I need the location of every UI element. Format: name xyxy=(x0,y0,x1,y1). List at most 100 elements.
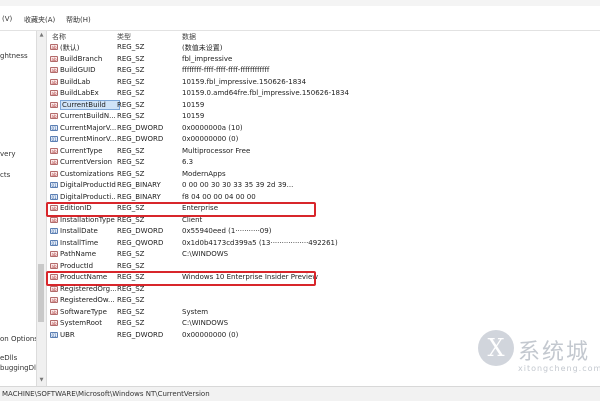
column-header-data[interactable]: 数据 xyxy=(182,32,196,42)
scrollbar-thumb[interactable] xyxy=(38,264,44,322)
string-value-icon: ab xyxy=(50,216,58,223)
column-header-type[interactable]: 类型 xyxy=(117,32,131,42)
table-row[interactable]: 01 DigitalProducti... REG_BINARY f8 04 00 0… xyxy=(46,192,600,203)
value-name: InstallationType xyxy=(60,215,115,224)
tree-item[interactable]: eDlls xyxy=(0,354,17,362)
table-row[interactable]: ab InstallationType REG_SZ Client xyxy=(46,215,600,226)
value-name: CurrentMinorV... xyxy=(60,135,116,143)
value-name: CurrentMajorV... xyxy=(60,123,116,132)
value-data: 0x00000000 (0) xyxy=(182,135,239,143)
string-value-icon: ab xyxy=(50,113,58,119)
table-row[interactable]: ab BuildLab REG_SZ 10159.fbl_impressive.150… xyxy=(46,77,600,88)
value-name: DigitalProducti... xyxy=(60,192,116,201)
string-value-icon: ab xyxy=(50,170,58,177)
binary-value-icon: 01 xyxy=(50,124,58,131)
value-data: (数值未设置) xyxy=(182,44,223,52)
tree-item[interactable]: on Options xyxy=(0,335,36,343)
tree-item[interactable]: very xyxy=(0,150,15,158)
value-data: Client xyxy=(182,215,203,224)
value-type: REG_SZ xyxy=(117,112,145,120)
table-row[interactable]: ab ProductName REG_SZ Windows 10 Enterprise… xyxy=(46,271,600,286)
binary-value-icon: 01 xyxy=(50,193,58,200)
table-row[interactable]: ab (默认) REG_SZ (数值未设置) xyxy=(46,42,600,53)
table-row[interactable]: ab EditionID REG_SZ Enterprise xyxy=(46,202,600,217)
scroll-down-icon[interactable]: ▼ xyxy=(38,377,45,383)
string-value-icon: ab xyxy=(50,320,58,326)
tree-item[interactable]: ghtness xyxy=(0,52,28,60)
table-row[interactable]: ab ProductId REG_SZ xyxy=(46,261,600,272)
table-row[interactable]: ab CurrentBuild REG_SZ 10159 xyxy=(46,99,600,111)
table-row[interactable]: ab CurrentBuildN... REG_SZ 10159 xyxy=(46,111,600,122)
value-type: REG_SZ xyxy=(117,77,145,86)
value-data: ModernApps xyxy=(182,169,226,178)
registry-path: MACHINE\SOFTWARE\Microsoft\Windows NT\Cu… xyxy=(2,390,210,398)
table-row[interactable]: ab PathName REG_SZ C:\WINDOWS xyxy=(46,249,600,260)
value-name: ProductId xyxy=(60,261,94,270)
table-row[interactable]: ab RegisteredOw... REG_SZ xyxy=(46,295,600,306)
value-name: SoftwareType xyxy=(60,307,107,316)
value-data: Multiprocessor Free xyxy=(182,146,251,155)
menu-help[interactable]: 帮助(H) xyxy=(66,15,91,25)
menu-favorites[interactable]: 收藏夹(A) xyxy=(24,15,55,25)
value-type: REG_SZ xyxy=(117,89,145,97)
table-row[interactable]: ab RegisteredOrg... REG_SZ xyxy=(46,284,600,295)
value-type: REG_QWORD xyxy=(117,238,164,247)
value-data: C:\WINDOWS xyxy=(182,319,229,327)
tree-item[interactable]: cts xyxy=(0,171,10,179)
value-type: REG_SZ xyxy=(117,307,145,316)
table-row[interactable]: 01 CurrentMinorV... REG_DWORD 0x00000000 (0… xyxy=(46,134,600,145)
table-row[interactable]: ab CurrentVersion REG_SZ 6.3 xyxy=(46,157,600,168)
table-row[interactable]: ab Customizations REG_SZ ModernApps xyxy=(46,169,600,180)
value-name: UBR xyxy=(60,330,75,339)
string-value-icon: ab xyxy=(50,78,58,85)
tree-item[interactable]: buggingDll xyxy=(0,364,36,372)
string-value-icon: ab xyxy=(50,67,58,73)
menu-bar: (V) 收藏夹(A) 帮助(H) xyxy=(0,0,600,31)
value-name: (默认) xyxy=(60,44,80,52)
string-value-icon: ab xyxy=(50,101,58,108)
table-row[interactable]: 01 DigitalProductId REG_BINARY 0 00 00 30 … xyxy=(46,180,600,191)
registry-tree-pane: ghtness very cts on Options eDlls buggin… xyxy=(0,31,36,386)
value-data: 0 00 00 30 30 33 35 39 2d 39... xyxy=(182,181,294,189)
binary-value-icon: 01 xyxy=(50,331,58,338)
table-row[interactable]: ab SystemRoot REG_SZ C:\WINDOWS xyxy=(46,318,600,329)
status-bar: MACHINE\SOFTWARE\Microsoft\Windows NT\Cu… xyxy=(0,386,600,401)
table-row[interactable]: ab BuildLabEx REG_SZ 10159.0.amd64fre.fbl_i… xyxy=(46,88,600,99)
list-header: 名称 类型 数据 xyxy=(46,31,600,41)
table-row[interactable]: 01 InstallTime REG_QWORD 0x1d0b4173cd399a5 … xyxy=(46,238,600,249)
table-row[interactable]: 01 CurrentMajorV... REG_DWORD 0x0000000a (1… xyxy=(46,123,600,134)
value-data: C:\WINDOWS xyxy=(182,250,229,258)
value-data: 0x55940eed (1···········09) xyxy=(182,227,272,235)
value-type: REG_SZ xyxy=(117,273,145,281)
value-type: REG_SZ xyxy=(117,204,145,212)
table-row[interactable]: ab CurrentType REG_SZ Multiprocessor Free xyxy=(46,146,600,157)
value-data: 10159.0.amd64fre.fbl_impressive.150626-1… xyxy=(182,89,349,97)
value-name: RegisteredOw... xyxy=(60,296,115,304)
table-row[interactable]: ab SoftwareType REG_SZ System xyxy=(46,307,600,318)
value-name: Customizations xyxy=(60,169,114,178)
value-name: DigitalProductId xyxy=(60,181,116,189)
string-value-icon: ab xyxy=(50,297,58,303)
value-data: 10159 xyxy=(182,112,205,120)
column-header-name[interactable]: 名称 xyxy=(52,32,66,42)
value-name: EditionID xyxy=(60,204,92,212)
menu-view[interactable]: (V) xyxy=(2,15,12,23)
binary-value-icon: 01 xyxy=(50,182,58,188)
string-value-icon: ab xyxy=(50,55,58,62)
window-top-edge xyxy=(0,0,600,6)
watermark-logo: X 系统城 xitongcheng.com xyxy=(478,330,600,386)
value-name: InstallTime xyxy=(60,238,99,247)
table-row[interactable]: 01 InstallDate REG_DWORD 0x55940eed (1·····… xyxy=(46,226,600,237)
value-type: REG_SZ xyxy=(117,146,145,155)
value-type: REG_SZ xyxy=(117,169,145,178)
table-row[interactable]: ab BuildGUID REG_SZ ffffffff-ffff-ffff-ffff… xyxy=(46,65,600,76)
scroll-up-icon[interactable]: ▲ xyxy=(38,32,45,38)
value-type: REG_SZ xyxy=(117,261,145,270)
binary-value-icon: 01 xyxy=(50,228,58,234)
value-type: REG_BINARY xyxy=(117,181,161,189)
value-name: BuildLab xyxy=(60,77,91,86)
string-value-icon: ab xyxy=(50,285,58,292)
table-row[interactable]: ab BuildBranch REG_SZ fbl_impressive xyxy=(46,54,600,65)
value-data: 10159 xyxy=(182,100,205,109)
value-data: Enterprise xyxy=(182,204,219,212)
